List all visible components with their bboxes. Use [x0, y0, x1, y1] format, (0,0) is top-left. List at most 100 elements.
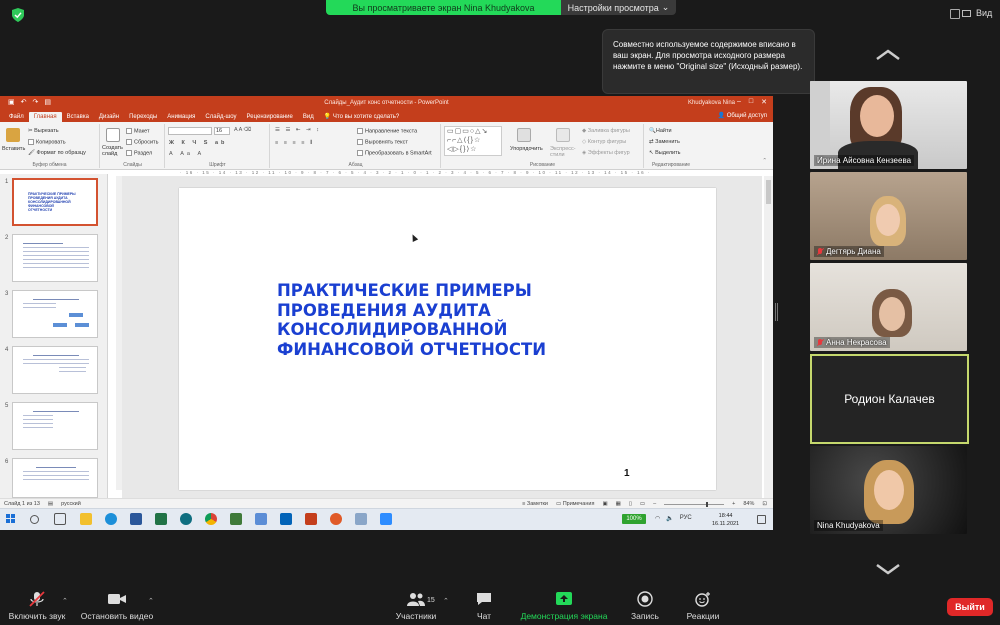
- align-text-button[interactable]: Выровнять текст: [357, 139, 408, 145]
- font-color-buttons[interactable]: А Аа А: [169, 151, 204, 157]
- slide-thumbnail-2[interactable]: [12, 234, 98, 282]
- language-indicator[interactable]: русский: [61, 501, 81, 507]
- font-size-select[interactable]: 16: [214, 127, 230, 135]
- tab-design[interactable]: Дизайн: [94, 112, 124, 122]
- view-button[interactable]: Вид: [962, 8, 992, 18]
- fullscreen-icon[interactable]: [950, 9, 960, 19]
- record-button[interactable]: Запись: [625, 585, 665, 625]
- participant-tile[interactable]: Дегтярь Диана: [810, 172, 967, 260]
- maximize-icon[interactable]: □: [749, 98, 753, 106]
- edge-icon[interactable]: [105, 513, 117, 525]
- tab-animations[interactable]: Анимация: [162, 112, 200, 122]
- shapes-gallery[interactable]: ▭▢▭○△↘ ⌐⌐△⟨{}☆ ◁▷{}⟩☆: [444, 126, 502, 156]
- paste-icon[interactable]: [6, 128, 20, 142]
- tab-view[interactable]: Вид: [298, 112, 319, 122]
- section-button[interactable]: Раздел: [126, 150, 152, 156]
- tab-slideshow[interactable]: Слайд-шоу: [200, 112, 241, 122]
- zoom-slider[interactable]: [664, 501, 725, 507]
- zoom-slider-thumb[interactable]: [706, 501, 709, 507]
- layout-button[interactable]: Макет: [126, 128, 150, 134]
- app-icon[interactable]: [330, 513, 342, 525]
- slideshow-view-icon[interactable]: ▭: [640, 501, 645, 507]
- normal-view-icon[interactable]: ▣: [602, 501, 607, 507]
- slide-title[interactable]: ПРАКТИЧЕСКИЕ ПРИМЕРЫ ПРОВЕДЕНИЯ АУДИТА К…: [277, 281, 597, 359]
- arrange-button[interactable]: Упорядочить: [510, 146, 543, 152]
- font-style-buttons[interactable]: Ж К Ч S аb: [169, 140, 227, 146]
- slide-thumbnails-pane[interactable]: 1 ПРАКТИЧЕСКИЕ ПРИМЕРЫ ПРОВЕДЕНИЯ АУДИТА…: [0, 174, 108, 498]
- share-screen-button[interactable]: Демонстрация экрана: [516, 585, 612, 625]
- volume-icon[interactable]: 🔈: [666, 515, 673, 522]
- reading-view-icon[interactable]: ▯: [629, 501, 632, 507]
- slide-thumbnail-5[interactable]: [12, 402, 98, 450]
- replace-button[interactable]: ⇄ Заменить: [649, 139, 680, 145]
- slide-thumbnail-6[interactable]: [12, 458, 98, 498]
- task-view-icon[interactable]: [54, 513, 66, 525]
- scrollbar-thumb[interactable]: [766, 180, 771, 204]
- excel-icon[interactable]: [155, 513, 167, 525]
- participant-tile[interactable]: Nina Khudyakova: [810, 446, 967, 534]
- reset-button[interactable]: Сбросить: [126, 139, 158, 145]
- photos-icon[interactable]: [355, 513, 367, 525]
- chevron-up-icon[interactable]: [874, 48, 902, 62]
- shape-outline-button[interactable]: ◇ Контур фигуры: [582, 139, 626, 145]
- reactions-button[interactable]: Реакции: [682, 585, 724, 625]
- tab-review[interactable]: Рецензирование: [242, 112, 298, 122]
- participant-tile[interactable]: Ирина Айсовна Кензеева: [810, 81, 967, 169]
- battery-indicator[interactable]: 100%: [622, 514, 646, 524]
- zoom-app-icon[interactable]: [380, 513, 392, 525]
- chrome-icon[interactable]: [205, 513, 217, 525]
- leave-meeting-button[interactable]: Выйти: [947, 598, 993, 616]
- cut-button[interactable]: ✂ Вырезать: [28, 128, 59, 134]
- notifications-icon[interactable]: [757, 515, 766, 524]
- paste-button[interactable]: Вставить: [2, 146, 25, 152]
- browser-icon[interactable]: [180, 513, 192, 525]
- file-explorer-icon[interactable]: [80, 513, 92, 525]
- stop-video-button[interactable]: Остановить видео: [78, 585, 156, 625]
- shape-effects-button[interactable]: ◈ Эффекты фигур: [582, 150, 630, 156]
- minimize-icon[interactable]: –: [737, 98, 741, 106]
- slide-thumbnail-4[interactable]: [12, 346, 98, 394]
- quick-styles-button[interactable]: Экспресс-стили: [550, 146, 576, 158]
- list-buttons[interactable]: ☰ ☰ ⇤ ⇥ ↕: [275, 127, 321, 133]
- view-settings-button[interactable]: Настройки просмотра ⌄: [561, 0, 676, 15]
- participants-button[interactable]: Участники: [392, 585, 440, 625]
- powerpoint-icon[interactable]: [305, 513, 317, 525]
- comments-button[interactable]: ▭ Примечания: [556, 501, 595, 507]
- viber-icon[interactable]: [255, 513, 267, 525]
- current-slide[interactable]: ПРАКТИЧЕСКИЕ ПРИМЕРЫ ПРОВЕДЕНИЯ АУДИТА К…: [179, 188, 716, 490]
- zoom-in-icon[interactable]: +: [732, 501, 735, 507]
- fit-slide-icon[interactable]: ⊡: [762, 501, 767, 507]
- word-icon[interactable]: [130, 513, 142, 525]
- video-options-chevron-icon[interactable]: ⌃: [148, 597, 154, 605]
- zoom-level[interactable]: 84%: [743, 501, 754, 507]
- user-name[interactable]: Khudyakova Nina: [688, 100, 735, 106]
- smartart-button[interactable]: Преобразовать в SmartArt: [357, 150, 432, 156]
- wifi-icon[interactable]: ◠: [655, 515, 660, 522]
- slide-thumbnail-3[interactable]: [12, 290, 98, 338]
- format-painter-button[interactable]: 🖌 Формат по образцу: [28, 150, 86, 156]
- share-button[interactable]: 👤 Общий доступ: [718, 112, 767, 119]
- notes-button[interactable]: ≡ Заметки: [522, 501, 548, 507]
- search-icon[interactable]: [30, 515, 39, 524]
- shield-icon[interactable]: [12, 8, 24, 22]
- windows-start-icon[interactable]: [6, 514, 16, 524]
- zoom-out-icon[interactable]: –: [653, 501, 656, 507]
- system-tray[interactable]: ◠ 🔈 РУС: [655, 515, 692, 522]
- grow-font-icon[interactable]: A A ⌫: [234, 127, 251, 133]
- spellcheck-icon[interactable]: ▤: [48, 501, 53, 507]
- new-slide-button[interactable]: Создать слайд: [102, 145, 124, 157]
- align-buttons[interactable]: ≡ ≡ ≡ ≡ ⫴: [275, 140, 314, 147]
- shape-fill-button[interactable]: ◆ Заливка фигуры: [582, 128, 630, 134]
- audio-options-chevron-icon[interactable]: ⌃: [62, 597, 68, 605]
- collapse-ribbon-icon[interactable]: ⌃: [762, 158, 767, 164]
- participants-chevron-icon[interactable]: ⌃: [443, 597, 449, 605]
- close-icon[interactable]: ✕: [761, 98, 767, 106]
- publisher-icon[interactable]: [230, 513, 242, 525]
- select-button[interactable]: ↖ Выделить: [649, 150, 681, 156]
- participant-tile[interactable]: Анна Некрасова: [810, 263, 967, 351]
- tab-insert[interactable]: Вставка: [62, 112, 94, 122]
- unmute-button[interactable]: Включить звук: [5, 585, 69, 625]
- text-direction-button[interactable]: Направление текста: [357, 128, 417, 134]
- slide-thumbnail-1[interactable]: ПРАКТИЧЕСКИЕ ПРИМЕРЫ ПРОВЕДЕНИЯ АУДИТА К…: [12, 178, 98, 226]
- tab-home[interactable]: Главная: [28, 112, 62, 122]
